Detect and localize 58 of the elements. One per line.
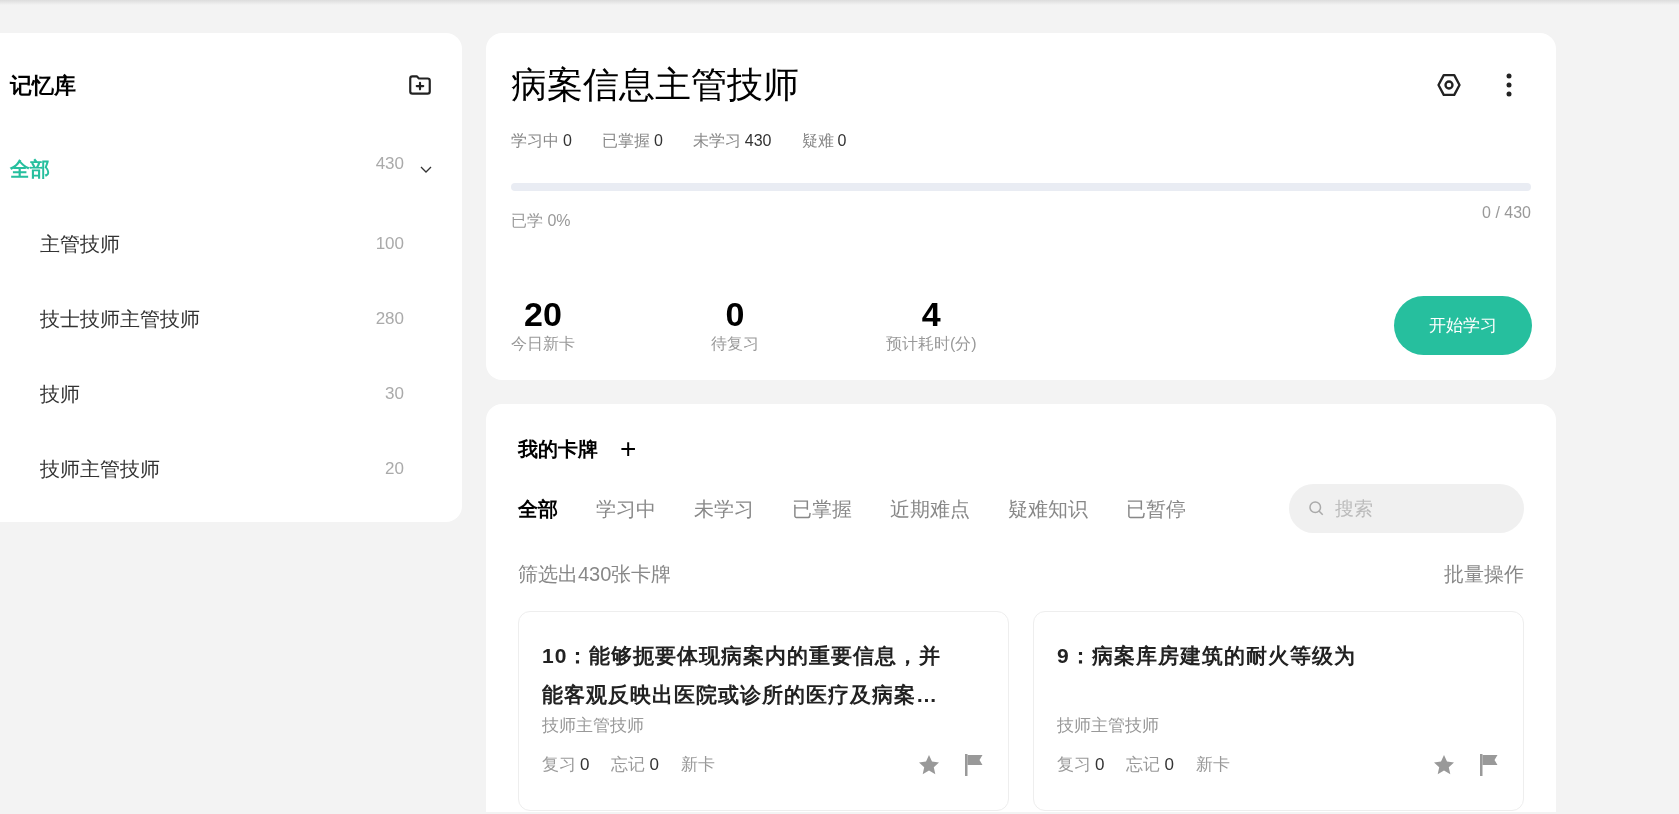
stat-label: 已掌握 xyxy=(601,131,650,151)
card-category: 技师主管技师 xyxy=(1057,715,1160,737)
stat-value: 0 xyxy=(837,131,847,151)
filter-count: 筛选出430张卡牌 xyxy=(518,562,672,587)
tree-item[interactable]: 主管技师 100 xyxy=(10,206,434,281)
filter-tab[interactable]: 近期难点 xyxy=(890,493,970,524)
summary-value: 20 xyxy=(524,295,562,333)
flash-card[interactable]: 9：病案库房建筑的耐火等级为 技师主管技师 复习 0 忘记 0 新卡 xyxy=(1033,611,1524,811)
filter-tab[interactable]: 疑难知识 xyxy=(1008,493,1088,524)
batch-action-link[interactable]: 批量操作 xyxy=(1444,559,1524,589)
settings-icon xyxy=(1435,71,1463,99)
deck-title: 病案信息主管技师 xyxy=(511,63,799,107)
card-stat-label: 复习 xyxy=(542,754,576,776)
stat-label: 未学习 xyxy=(692,131,741,151)
summary-value: 4 xyxy=(921,295,941,333)
tree-item[interactable]: 技师 30 xyxy=(10,356,434,431)
summary-label: 今日新卡 xyxy=(511,334,575,354)
stat-value: 430 xyxy=(744,131,772,151)
card-title: 10：能够扼要体现病案内的重要信息，并能客观反映出医院或诊所的医疗及病案… xyxy=(542,643,943,708)
card-stat-value: 0 xyxy=(1164,754,1174,776)
card-stat-label: 忘记 xyxy=(611,754,646,776)
sidebar-title: 记忆库 xyxy=(10,71,76,100)
flag-icon xyxy=(963,752,985,777)
filter-tab[interactable]: 未学习 xyxy=(694,493,754,524)
filter-tab[interactable]: 全部 xyxy=(518,493,558,524)
flag-button[interactable] xyxy=(963,752,985,777)
tree-item[interactable]: 全部 430 xyxy=(10,131,434,206)
folder-plus-icon xyxy=(407,72,433,98)
start-study-button[interactable]: 开始学习 xyxy=(1394,296,1532,355)
card-stat-value: 0 xyxy=(580,754,590,776)
flag-button[interactable] xyxy=(1478,752,1500,777)
filter-tab[interactable]: 已暂停 xyxy=(1126,493,1186,524)
progress-reading: 0 / 430 xyxy=(1482,203,1531,223)
flash-card[interactable]: 10：能够扼要体现病案内的重要信息，并能客观反映出医院或诊所的医疗及病案… 技师主管技师 复习 0 忘记 0 新卡 xyxy=(518,611,1009,811)
card-status: 新卡 xyxy=(680,754,715,776)
filter-tab[interactable]: 学习中 xyxy=(596,493,656,524)
stat-label: 学习中 xyxy=(511,131,559,151)
tree-item[interactable]: 技士技师主管技师 280 xyxy=(10,281,434,356)
card-stat-value: 0 xyxy=(649,754,659,776)
flag-icon xyxy=(1478,752,1500,777)
summary-value: 0 xyxy=(725,295,745,333)
card-status: 新卡 xyxy=(1195,754,1230,776)
add-button[interactable]: + xyxy=(620,435,637,463)
more-vertical-icon xyxy=(1506,73,1512,97)
tree-item[interactable]: 技师主管技师 20 xyxy=(10,431,434,506)
panel-title: 我的卡牌 xyxy=(518,437,598,462)
summary-label: 预计耗时(分) xyxy=(886,334,977,354)
card-stat-value: 0 xyxy=(1095,754,1105,776)
card-stat-label: 忘记 xyxy=(1126,754,1161,776)
stat-label: 疑难 xyxy=(801,131,834,151)
card-category: 技师主管技师 xyxy=(542,715,645,737)
progress-label: 已学 0% xyxy=(511,211,571,231)
stat-value: 0 xyxy=(563,131,572,151)
card-stat-label: 复习 xyxy=(1057,754,1091,776)
summary-label: 待复习 xyxy=(711,334,759,354)
card-title: 9：病案库房建筑的耐火等级为 xyxy=(1057,643,1357,669)
filter-tab[interactable]: 已掌握 xyxy=(792,493,852,524)
stat-value: 0 xyxy=(653,131,663,151)
